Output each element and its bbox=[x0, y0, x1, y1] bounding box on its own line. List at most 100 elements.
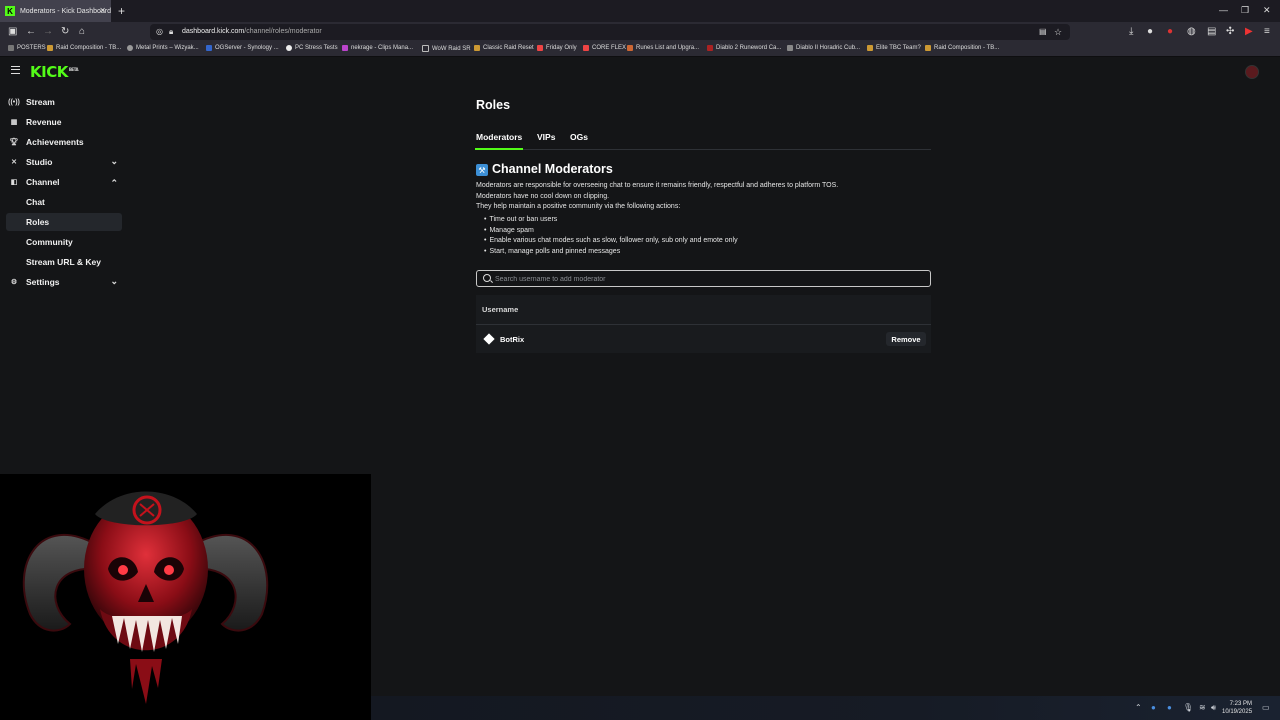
bookmark-item[interactable]: Diablo II Horadric Cub... bbox=[787, 45, 860, 51]
search-icon bbox=[483, 274, 491, 282]
reload-icon[interactable]: ↻ bbox=[61, 26, 69, 38]
list-item: Enable various chat modes such as slow, … bbox=[484, 236, 737, 247]
downloads-icon[interactable]: ⤓ bbox=[1129, 26, 1133, 38]
moderator-username[interactable]: BotRix bbox=[500, 335, 524, 344]
tab-moderators[interactable]: Moderators bbox=[474, 132, 524, 150]
tray-app-icon[interactable]: ● bbox=[1167, 703, 1172, 712]
extension-icon[interactable]: ▶ bbox=[1245, 26, 1253, 38]
tab-vips[interactable]: VIPs bbox=[537, 132, 555, 142]
bookmark-item[interactable]: Raid Composition - TB... bbox=[925, 45, 999, 51]
chevron-up-icon: ⌃ bbox=[110, 178, 118, 188]
browser-tab-bar: K Moderators - Kick Dashboard ✕ + — ❐ ✕ bbox=[0, 0, 1280, 22]
home-icon[interactable]: ⌂ bbox=[79, 26, 85, 38]
sidebar-item-roles[interactable]: Roles bbox=[6, 213, 122, 231]
user-avatar[interactable] bbox=[1245, 65, 1259, 79]
new-tab-icon[interactable]: + bbox=[118, 4, 125, 18]
bookmark-item[interactable]: WoW Raid SR bbox=[422, 45, 471, 52]
sidebar-item-community[interactable]: Community bbox=[6, 233, 122, 251]
url-bar[interactable]: ◎ 🔒︎ dashboard.kick.com/channel/roles/mo… bbox=[150, 24, 1070, 40]
bookmark-item[interactable]: Runes List and Upgra... bbox=[627, 45, 699, 51]
page-title: Roles bbox=[476, 98, 511, 112]
forward-icon[interactable]: → bbox=[43, 26, 53, 38]
menu-icon[interactable]: ≡ bbox=[1264, 26, 1270, 38]
chevron-down-icon: ⌄ bbox=[110, 276, 118, 286]
restore-icon[interactable]: ❐ bbox=[1241, 5, 1249, 16]
bookmark-item[interactable]: Classic Raid Reset bbox=[474, 45, 534, 51]
kick-favicon-icon: K bbox=[5, 6, 15, 16]
notification-icon[interactable]: ▭ bbox=[1262, 703, 1270, 712]
gear-icon: ⚙ bbox=[10, 279, 18, 286]
description-text: Moderators have no cool down on clipping… bbox=[476, 193, 610, 200]
microphone-icon[interactable]: 🎙︎ bbox=[1183, 703, 1193, 712]
volume-icon[interactable]: 🔊︎ bbox=[1211, 703, 1216, 713]
bot-icon bbox=[483, 333, 495, 345]
extensions-puzzle-icon[interactable]: ✣ bbox=[1226, 26, 1234, 38]
kick-header bbox=[0, 57, 1280, 85]
sidebar-item-stream-url-key[interactable]: Stream URL & Key bbox=[6, 253, 122, 271]
broadcast-icon: ((•)) bbox=[8, 98, 20, 106]
bookmark-item[interactable]: POSTERS bbox=[8, 45, 46, 51]
bookmark-item[interactable]: CORE FLEX bbox=[583, 45, 626, 51]
description-text: Moderators are responsible for overseein… bbox=[476, 182, 839, 189]
sidebar-item-channel[interactable]: ◧ Channel ⌃ bbox=[6, 173, 122, 191]
sidebar-item-settings[interactable]: ⚙ Settings ⌄ bbox=[6, 273, 122, 291]
demon-skull-image bbox=[22, 491, 269, 704]
table-header: Username bbox=[476, 295, 931, 325]
close-window-icon[interactable]: ✕ bbox=[1263, 5, 1271, 16]
bookmark-item[interactable]: Friday Only bbox=[537, 45, 577, 51]
sidebar-item-stream[interactable]: ((•)) Stream bbox=[6, 93, 122, 111]
section-title: Channel Moderators bbox=[492, 162, 613, 176]
tab-overview-icon[interactable]: ▣ bbox=[8, 26, 17, 38]
remove-button[interactable]: Remove bbox=[886, 332, 926, 346]
channel-icon: ◧ bbox=[10, 179, 18, 186]
description-text: They help maintain a positive community … bbox=[476, 203, 681, 210]
chevron-up-icon[interactable]: ⌃ bbox=[1135, 703, 1142, 712]
table-row: BotRix Remove bbox=[476, 325, 931, 353]
bookmark-item[interactable]: OGServer - Synology ... bbox=[206, 45, 279, 51]
extension-icon[interactable]: ◍ bbox=[1187, 26, 1196, 38]
bookmark-item[interactable]: PC Stress Tests bbox=[286, 45, 338, 51]
shield-icon: ◎ bbox=[156, 27, 163, 36]
revenue-icon: ▦ bbox=[10, 119, 18, 126]
lock-icon: 🔒︎ bbox=[169, 27, 174, 36]
bookmark-item[interactable]: Metal Prints – Wizyak... bbox=[127, 45, 199, 51]
close-tab-icon[interactable]: ✕ bbox=[99, 6, 106, 15]
extension-icon[interactable]: ▤ bbox=[1207, 26, 1216, 38]
reader-view-icon[interactable]: ▤ bbox=[1039, 26, 1047, 38]
list-item: Manage spam bbox=[484, 226, 738, 237]
search-input[interactable] bbox=[493, 272, 917, 287]
back-icon[interactable]: ← bbox=[26, 26, 36, 38]
kick-logo[interactable]: KICKBETA bbox=[30, 63, 79, 81]
sidebar-item-chat[interactable]: Chat bbox=[6, 193, 122, 211]
moderator-actions-list: Time out or ban users Manage spam Enable… bbox=[484, 215, 738, 258]
tray-app-icon[interactable]: ● bbox=[1151, 703, 1156, 712]
list-item: Start, manage polls and pinned messages bbox=[484, 247, 738, 258]
bookmark-item[interactable]: Raid Composition - TB... bbox=[47, 45, 121, 51]
column-header-username: Username bbox=[482, 305, 519, 314]
chevron-down-icon: ⌄ bbox=[110, 156, 118, 166]
bookmark-item[interactable]: Elite TBC Team? bbox=[867, 45, 921, 51]
bookmark-item[interactable]: Diablo 2 Runeword Ca... bbox=[707, 45, 781, 51]
sidebar-item-achievements[interactable]: 🏆︎ Achievements bbox=[6, 133, 122, 151]
taskbar bbox=[371, 696, 1280, 720]
bookmark-star-icon[interactable]: ☆ bbox=[1054, 26, 1062, 38]
hammer-icon: ⚒ bbox=[476, 164, 488, 176]
bookmark-item[interactable]: nekrage - Clips Mana... bbox=[342, 45, 413, 51]
bookmarks-bar: POSTERS Raid Composition - TB... Metal P… bbox=[0, 42, 1280, 57]
extension-badge-icon[interactable]: ● bbox=[1167, 26, 1173, 38]
extension-icon[interactable]: ● bbox=[1147, 26, 1153, 38]
browser-tab-active[interactable]: K Moderators - Kick Dashboard ✕ bbox=[0, 0, 111, 22]
hamburger-menu-icon[interactable] bbox=[11, 66, 20, 74]
roles-tabs: Moderators VIPs OGs bbox=[474, 131, 931, 150]
tab-title: Moderators - Kick Dashboard bbox=[19, 7, 111, 15]
system-clock[interactable]: 7:23 PM 10/19/2025 bbox=[1222, 700, 1252, 716]
wifi-icon[interactable]: ≋ bbox=[1199, 703, 1206, 712]
list-item: Time out or ban users bbox=[484, 215, 738, 226]
webcam-overlay bbox=[0, 474, 371, 720]
trophy-icon: 🏆︎ bbox=[9, 139, 19, 146]
sidebar-item-studio[interactable]: ✕ Studio ⌄ bbox=[6, 153, 122, 171]
search-field[interactable] bbox=[476, 270, 931, 287]
sidebar-item-revenue[interactable]: ▦ Revenue bbox=[6, 113, 122, 131]
minimize-icon[interactable]: — bbox=[1219, 5, 1228, 15]
tab-ogs[interactable]: OGs bbox=[570, 132, 588, 142]
